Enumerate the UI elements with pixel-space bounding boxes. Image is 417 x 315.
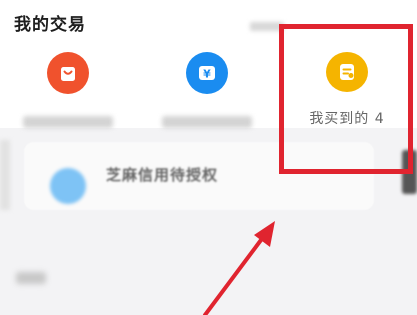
entry-bought[interactable]: 我买到的 4: [287, 52, 407, 128]
left-card-edge-blurred: [0, 140, 10, 210]
blurred-block: [16, 272, 46, 284]
entry-label: 我买到的 4: [309, 111, 385, 127]
entry-sold[interactable]: [8, 52, 128, 128]
zhima-credit-icon: [50, 168, 86, 204]
more-link-blurred[interactable]: [250, 22, 284, 31]
receipt-icon: [326, 52, 368, 92]
entry-label-blurred: [23, 116, 113, 128]
entry-wallet[interactable]: ¥: [147, 52, 267, 128]
entry-label-blurred: [162, 116, 252, 128]
zhima-credit-card[interactable]: 芝麻信用待授权: [24, 142, 374, 210]
my-trades-card: 我的交易 ¥ 我买到的 4: [0, 0, 417, 128]
content-below: 芝麻信用待授权: [0, 128, 417, 315]
section-title: 我的交易: [14, 15, 86, 35]
yuan-wallet-icon: ¥: [186, 52, 228, 94]
right-card-edge-blurred: [402, 150, 417, 194]
zhima-credit-title: 芝麻信用待授权: [106, 166, 219, 184]
svg-text:¥: ¥: [203, 68, 211, 81]
shopping-bag-icon: [47, 52, 89, 94]
